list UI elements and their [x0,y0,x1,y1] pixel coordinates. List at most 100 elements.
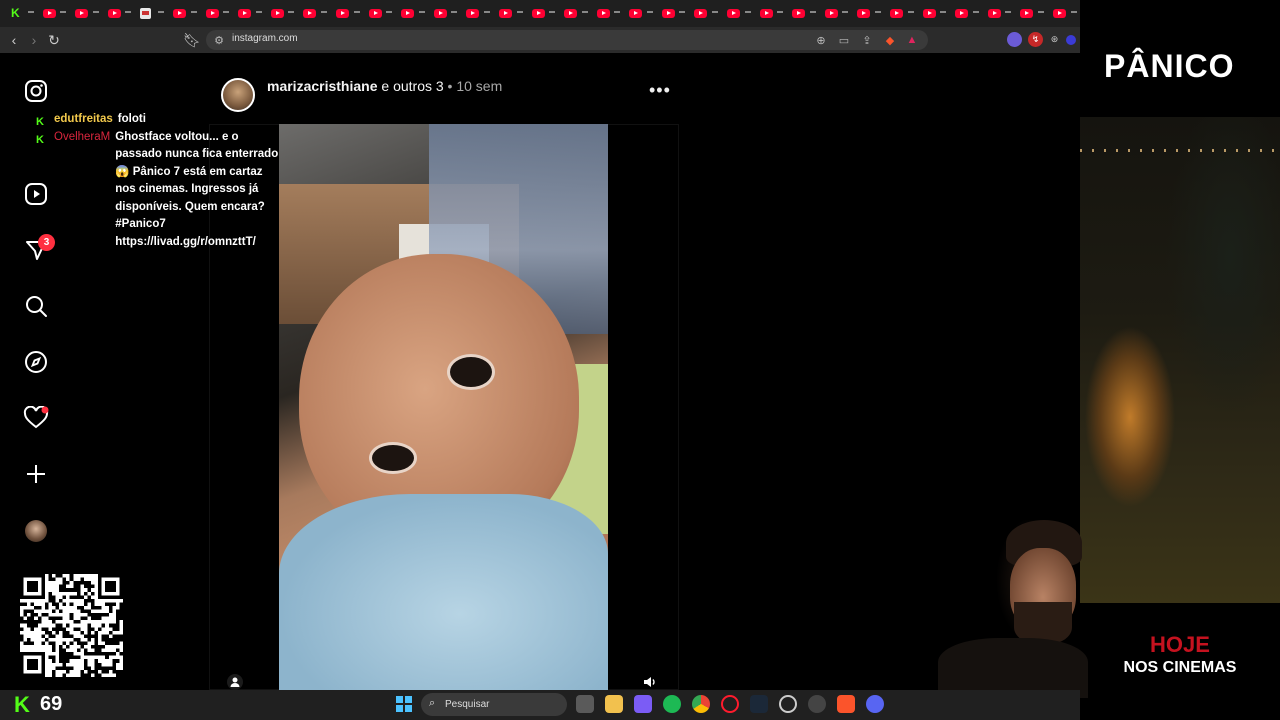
browser-tab[interactable] [397,0,430,27]
tab-close-icon[interactable] [1070,11,1077,13]
tab-close-icon[interactable] [451,11,458,13]
tab-close-icon[interactable] [679,11,686,13]
browser-tab[interactable] [886,0,919,27]
search-icon[interactable] [22,292,50,320]
steam-icon[interactable] [750,695,768,713]
browser-tab[interactable] [136,0,169,27]
tab-close-icon[interactable] [27,11,34,13]
tab-close-icon[interactable] [1005,11,1012,13]
site-info-icon[interactable]: ⚙ [212,33,226,47]
tab-close-icon[interactable] [940,11,947,13]
browser-tab[interactable] [788,0,821,27]
tab-close-icon[interactable] [907,11,914,13]
post-video[interactable] [279,124,608,690]
taskbar-search[interactable]: ⌕ Pesquisar [421,693,567,716]
browser-tab[interactable] [365,0,398,27]
share-icon[interactable]: ⇪ [860,33,874,47]
tab-close-icon[interactable] [223,11,230,13]
browser-tab[interactable] [723,0,756,27]
tab-close-icon[interactable] [288,11,295,13]
browser-tab[interactable] [593,0,626,27]
browser-tab[interactable] [6,0,39,27]
extension-icon[interactable]: ⊛ [1047,32,1062,47]
browser-tab[interactable] [984,0,1017,27]
chrome-icon[interactable] [692,695,710,713]
tab-close-icon[interactable] [125,11,132,13]
extension-icon[interactable]: ↯ [1028,32,1043,47]
tab-close-icon[interactable] [744,11,751,13]
tab-close-icon[interactable] [712,11,719,13]
tab-close-icon[interactable] [92,11,99,13]
tab-close-icon[interactable] [157,11,164,13]
tab-close-icon[interactable] [418,11,425,13]
browser-tab[interactable] [1049,0,1080,27]
cast-icon[interactable]: ▭ [837,33,851,47]
tab-close-icon[interactable] [516,11,523,13]
tab-close-icon[interactable] [614,11,621,13]
create-post-icon[interactable] [22,460,50,488]
tab-close-icon[interactable] [972,11,979,13]
browser-tab[interactable] [821,0,854,27]
brave-icon[interactable] [837,695,855,713]
app-icon[interactable] [634,695,652,713]
tab-close-icon[interactable] [549,11,556,13]
brave-rewards-icon[interactable]: ▲ [905,33,919,47]
browser-tab[interactable] [462,0,495,27]
post-author-avatar[interactable] [221,78,255,112]
tab-close-icon[interactable] [809,11,816,13]
browser-tab[interactable] [299,0,332,27]
browser-tab[interactable] [560,0,593,27]
browser-tab[interactable] [202,0,235,27]
tab-close-icon[interactable] [875,11,882,13]
browser-tab[interactable] [234,0,267,27]
tagged-people-icon[interactable] [227,674,243,690]
browser-tab[interactable] [495,0,528,27]
tab-close-icon[interactable] [320,11,327,13]
browser-tab[interactable] [853,0,886,27]
browser-tab[interactable] [528,0,561,27]
discord-icon[interactable] [866,695,884,713]
bookmark-icon[interactable]: 🔖︎ [182,27,202,53]
collaborators-label[interactable]: e outros 3 [381,78,443,94]
tab-close-icon[interactable] [842,11,849,13]
tab-close-icon[interactable] [777,11,784,13]
browser-tab[interactable] [1016,0,1049,27]
tab-close-icon[interactable] [190,11,197,13]
profile-avatar[interactable] [22,517,50,545]
browser-tab[interactable] [332,0,365,27]
browser-tab[interactable] [658,0,691,27]
browser-tab[interactable] [71,0,104,27]
browser-tab[interactable] [625,0,658,27]
tab-close-icon[interactable] [255,11,262,13]
windows-start-icon[interactable] [396,696,412,712]
opera-icon[interactable] [721,695,739,713]
brave-shields-icon[interactable]: ◆ [883,33,897,47]
browser-tab[interactable] [169,0,202,27]
tab-close-icon[interactable] [1038,11,1044,13]
explore-icon[interactable] [22,348,50,376]
task-view-icon[interactable] [576,695,594,713]
tab-close-icon[interactable] [483,11,490,13]
notifications-heart-icon[interactable] [22,404,50,432]
back-icon[interactable]: ‹ [4,27,24,53]
more-options-icon[interactable]: ••• [649,80,670,100]
instagram-logo-icon[interactable] [22,77,50,105]
app-icon[interactable] [779,695,797,713]
browser-tab[interactable] [104,0,137,27]
tab-close-icon[interactable] [353,11,360,13]
tab-close-icon[interactable] [386,11,393,13]
tab-close-icon[interactable] [646,11,653,13]
browser-tab[interactable] [951,0,984,27]
file-explorer-icon[interactable] [605,695,623,713]
browser-tab[interactable] [267,0,300,27]
author-username[interactable]: marizacristhiane [267,78,378,94]
address-bar[interactable]: ⚙ instagram.com ⊕ ▭ ⇪ ◆ ▲ [206,30,928,50]
tab-close-icon[interactable] [581,11,588,13]
extension-icon[interactable] [1007,32,1022,47]
browser-tab[interactable] [430,0,463,27]
post-author[interactable]: marizacristhiane e outros 3 • 10 sem [267,78,502,94]
browser-tab[interactable] [39,0,72,27]
forward-icon[interactable]: › [24,27,44,53]
tab-close-icon[interactable] [60,11,67,13]
spotify-icon[interactable] [663,695,681,713]
